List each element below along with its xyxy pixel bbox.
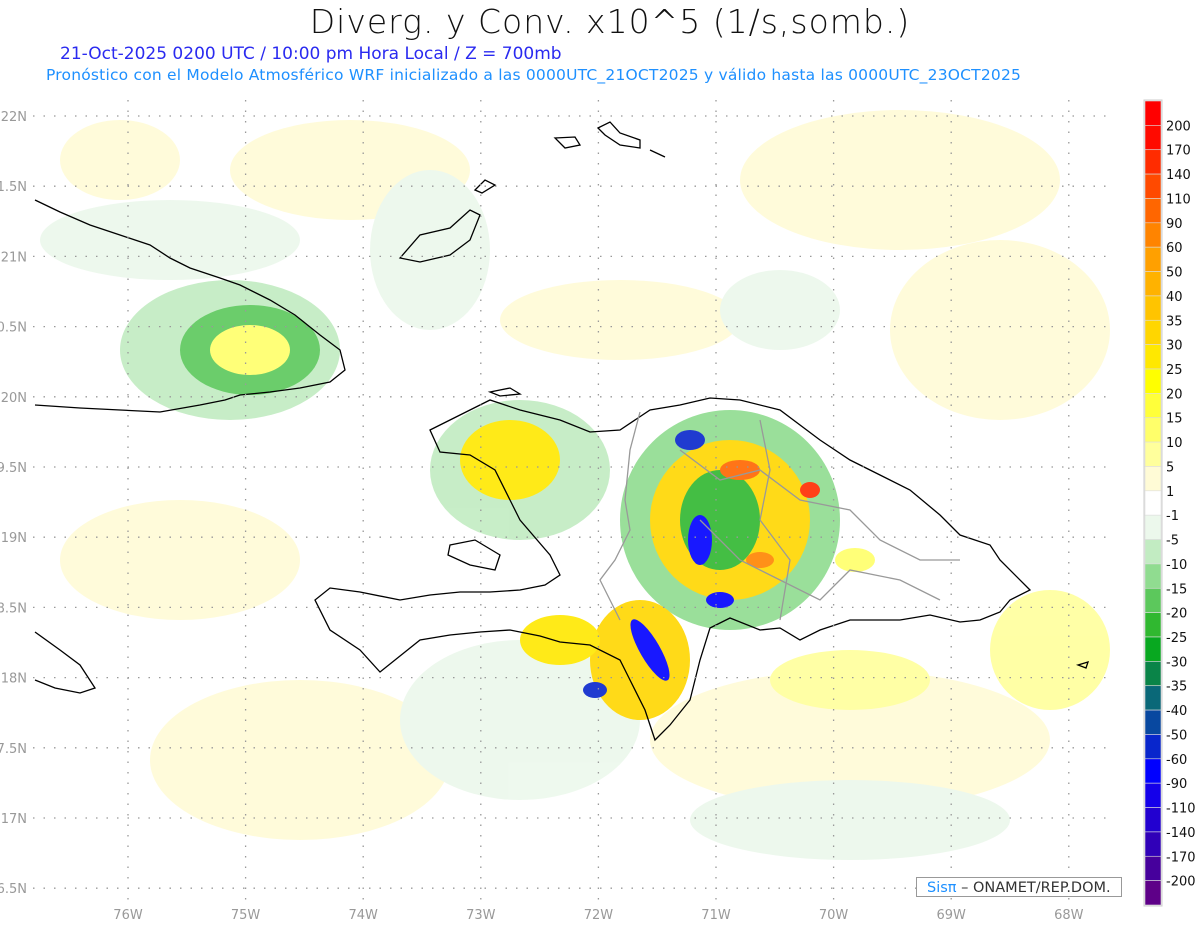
colorbar-label: -140 [1166, 826, 1196, 841]
colorbar-label: 50 [1166, 266, 1183, 281]
colorbar-swatch [1144, 685, 1162, 711]
colorbar-label: -110 [1166, 802, 1196, 817]
watermark: Sisπ – ONAMET/REP.DOM. [916, 877, 1122, 897]
colorbar-label: 10 [1166, 436, 1183, 451]
colorbar-swatch [1144, 368, 1162, 394]
colorbar-label: 25 [1166, 363, 1183, 378]
lon-label: 70W [819, 908, 849, 923]
colorbar-swatch [1144, 149, 1162, 175]
colorbar-label: -170 [1166, 850, 1196, 865]
colorbar-label: 140 [1166, 168, 1191, 183]
colorbar-label: -1 [1166, 509, 1179, 524]
colorbar-swatch [1144, 807, 1162, 833]
colorbar-swatch [1144, 344, 1162, 370]
colorbar-swatch [1144, 661, 1162, 687]
colorbar-label: -40 [1166, 704, 1187, 719]
colorbar-label: 90 [1166, 217, 1183, 232]
colorbar-label: 40 [1166, 290, 1183, 305]
colorbar-swatch [1144, 855, 1162, 881]
colorbar-label: 5 [1166, 460, 1174, 475]
lon-label: 72W [584, 908, 614, 923]
colorbar-swatch [1144, 441, 1162, 467]
colorbar-swatch [1144, 222, 1162, 248]
colorbar-swatch [1144, 880, 1162, 906]
colorbar-swatch [1144, 319, 1162, 345]
colorbar-label: 110 [1166, 192, 1191, 207]
lat-label: 19N [1, 531, 27, 546]
divergence-map: 22N 1.5N 21N 0.5N 20N 9.5N 19N 8.5N 18N 7.5N 17N 6.… [0, 99, 1196, 923]
colorbar-label: -90 [1166, 777, 1187, 792]
colorbar-label: -5 [1166, 534, 1179, 549]
colorbar-swatch [1144, 782, 1162, 808]
watermark-text: – ONAMET/REP.DOM. [956, 880, 1111, 896]
colorbar-label: -60 [1166, 753, 1187, 768]
divergence-field [40, 106, 1112, 898]
colorbar-label: -50 [1166, 728, 1187, 743]
colorbar-swatch [1144, 271, 1162, 297]
colorbar-swatch [1144, 831, 1162, 857]
lon-label: 73W [466, 908, 496, 923]
colorbar-swatch [1144, 198, 1162, 224]
colorbar-swatch [1144, 709, 1162, 735]
lat-label: 6.5N [0, 882, 27, 897]
colorbar-label: 15 [1166, 412, 1183, 427]
lat-label: 7.5N [0, 742, 27, 757]
valid-time-subtitle: 21-Oct-2025 0200 UTC / 10:00 pm Hora Loc… [60, 44, 562, 64]
colorbar-swatch [1144, 612, 1162, 638]
colorbar-swatch [1144, 587, 1162, 613]
colorbar-label: 20 [1166, 387, 1183, 402]
colorbar-label: 1 [1166, 485, 1174, 500]
lat-label: 21N [1, 250, 27, 265]
colorbar-label: 30 [1166, 339, 1183, 354]
lon-label: 69W [936, 908, 966, 923]
lon-label: 74W [348, 908, 378, 923]
lat-label: 9.5N [0, 461, 27, 476]
lon-label: 71W [701, 908, 731, 923]
colorbar-swatch [1144, 466, 1162, 492]
colorbar-label: 35 [1166, 314, 1183, 329]
colorbar-label: -10 [1166, 558, 1187, 573]
lat-label: 22N [1, 110, 27, 125]
colorbar-swatch [1144, 636, 1162, 662]
colorbar-swatch [1144, 490, 1162, 516]
lon-label: 76W [113, 908, 143, 923]
colorbar-label: -30 [1166, 655, 1187, 670]
colorbar-swatch [1144, 295, 1162, 321]
colorbar-swatch [1144, 173, 1162, 199]
lat-label: 0.5N [0, 321, 27, 336]
colorbar: 200 170 140 110 90 60 50 40 35 30 25 20 15 10 5 1 -1 -5 -1… [1143, 99, 1196, 907]
colorbar-label: -200 [1166, 875, 1196, 890]
colorbar-swatch [1144, 100, 1162, 126]
colorbar-swatch [1144, 758, 1162, 784]
lat-label: 20N [1, 391, 27, 406]
colorbar-swatch [1144, 393, 1162, 419]
colorbar-swatch [1144, 514, 1162, 540]
colorbar-label: -25 [1166, 631, 1187, 646]
lon-label: 68W [1054, 908, 1084, 923]
lon-label: 75W [231, 908, 261, 923]
sispi-logo: Sisπ [927, 880, 957, 896]
colorbar-label: 60 [1166, 241, 1183, 256]
colorbar-swatch [1144, 563, 1162, 589]
model-info-line: Pronóstico con el Modelo Atmosférico WRF… [46, 66, 1022, 84]
colorbar-label: -35 [1166, 680, 1187, 695]
colorbar-label: 170 [1166, 144, 1191, 159]
colorbar-label: -20 [1166, 607, 1187, 622]
lat-label: 8.5N [0, 601, 27, 616]
colorbar-swatch [1144, 246, 1162, 272]
colorbar-label: 200 [1166, 119, 1191, 134]
colorbar-swatch [1144, 539, 1162, 565]
colorbar-swatch [1144, 734, 1162, 760]
colorbar-swatch [1144, 417, 1162, 443]
map-title: Diverg. y Conv. x10^5 (1/s,somb.) [309, 2, 911, 41]
lat-label: 18N [1, 672, 27, 687]
colorbar-label: -15 [1166, 582, 1187, 597]
lat-label: 1.5N [0, 180, 27, 195]
colorbar-swatch [1144, 125, 1162, 151]
lat-label: 17N [1, 812, 27, 827]
